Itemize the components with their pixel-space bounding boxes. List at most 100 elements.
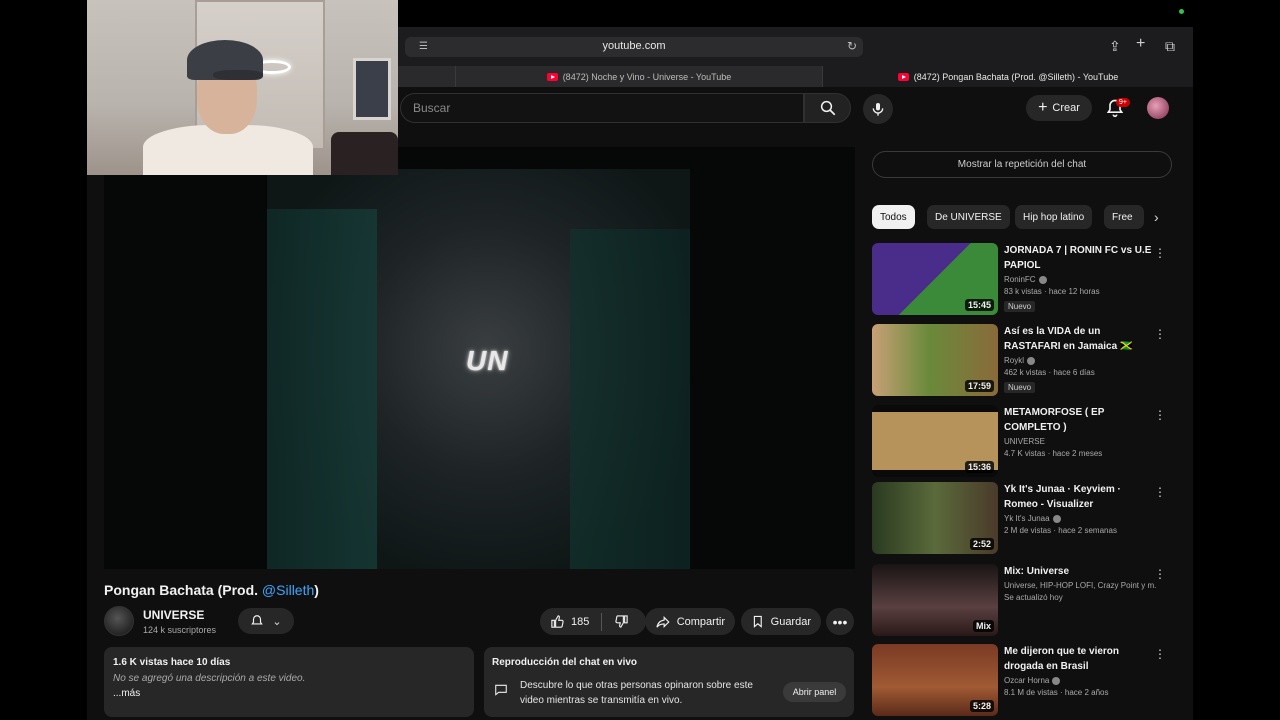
verified-icon — [1052, 676, 1061, 685]
recommendation-item[interactable]: 5:28 Me dijeron que te vieron drogada en… — [872, 644, 1172, 718]
search-input[interactable]: Buscar — [400, 93, 804, 123]
address-bar[interactable]: ☰ youtube.com ↻ — [405, 37, 863, 57]
video-thumbnail[interactable]: 5:28 — [872, 644, 998, 716]
share-arrow-icon — [656, 615, 670, 628]
voice-search-button[interactable] — [863, 94, 893, 124]
video-thumbnail[interactable]: 15:36 — [872, 405, 998, 477]
video-thumbnail[interactable]: Mix — [872, 564, 998, 636]
rec-meta: 2 M de vistas · hace 2 semanas — [1004, 526, 1117, 535]
verified-icon — [1038, 275, 1047, 284]
rec-title[interactable]: Me dijeron que te vieron drogada en Bras… — [1004, 644, 1156, 674]
tab-pongan-bachata[interactable]: (8472) Pongan Bachata (Prod. @Silleth) -… — [823, 66, 1193, 87]
video-title: Pongan Bachata (Prod. @Silleth) — [104, 582, 319, 598]
url-text: youtube.com — [602, 40, 666, 52]
rec-meta: 83 k vistas · hace 12 horas — [1004, 287, 1100, 296]
save-button[interactable]: Guardar — [741, 608, 821, 635]
thumbs-up-icon[interactable] — [550, 614, 565, 629]
create-label: Crear — [1052, 102, 1080, 114]
tab-label: (8472) Pongan Bachata (Prod. @Silleth) -… — [913, 71, 1119, 82]
youtube-favicon-icon — [897, 72, 909, 81]
verified-icon — [1027, 356, 1036, 365]
chip-hip-hop-latino[interactable]: Hip hop latino — [1015, 205, 1093, 229]
verified-icon — [1052, 514, 1061, 523]
more-vertical-icon[interactable]: ⋮ — [1154, 485, 1166, 499]
more-vertical-icon[interactable]: ⋮ — [1154, 246, 1166, 260]
rec-channel: Universe, HIP-HOP LOFI, Crazy Point y m.… — [1004, 581, 1156, 590]
video-thumbnail[interactable]: 15:45 — [872, 243, 998, 315]
description-box[interactable]: 1.6 K vistas hace 10 días No se agregó u… — [104, 647, 474, 717]
like-dislike-group: 185 — [540, 608, 646, 635]
more-vertical-icon[interactable]: ⋮ — [1154, 647, 1166, 661]
mention-link[interactable]: @Silleth — [262, 582, 314, 598]
search-placeholder: Buscar — [413, 101, 451, 115]
thumbs-down-icon[interactable] — [614, 614, 629, 629]
more-vertical-icon[interactable]: ⋮ — [1154, 567, 1166, 581]
notification-count-badge: 9+ — [1116, 98, 1130, 107]
duration-badge: 2:52 — [969, 538, 994, 550]
channel-avatar[interactable] — [104, 606, 134, 636]
share-label: Compartir — [676, 615, 725, 628]
channel-name[interactable]: UNIVERSE — [143, 608, 204, 622]
tab-label: (8472) Noche y Vino - Universe - YouTube — [562, 71, 732, 82]
webcam-overlay — [87, 0, 398, 175]
subscription-bell-button[interactable]: ⌄ — [238, 608, 294, 634]
create-button[interactable]: + Crear — [1026, 95, 1092, 121]
recommendation-item[interactable]: 15:36 METAMORFOSE ( EP COMPLETO ) UNIVER… — [872, 405, 1172, 479]
like-count[interactable]: 185 — [571, 616, 589, 628]
more-vertical-icon[interactable]: ⋮ — [1154, 408, 1166, 422]
more-horizontal-icon: ••• — [832, 613, 848, 630]
chat-bubble-icon — [495, 684, 507, 696]
recommendation-item[interactable]: 17:59 Así es la VIDA de un RASTAFARI en … — [872, 324, 1172, 398]
rec-channel: Ozcar Horna — [1004, 676, 1156, 685]
rec-meta: 4.7 K vistas · hace 2 meses — [1004, 449, 1103, 458]
subscriber-count: 124 k suscriptores — [143, 625, 217, 635]
save-label: Guardar — [770, 615, 811, 628]
show-chat-replay-button[interactable]: Mostrar la repetición del chat — [872, 151, 1172, 178]
duration-badge: 17:59 — [964, 380, 994, 392]
live-chat-text: Descubre lo que otras personas opinaron … — [520, 680, 753, 706]
video-thumbnail[interactable]: 2:52 — [872, 482, 998, 554]
rec-title[interactable]: Así es la VIDA de un RASTAFARI en Jamaic… — [1004, 324, 1156, 354]
search-button[interactable] — [804, 93, 851, 123]
show-more-link[interactable]: ...más — [113, 688, 465, 699]
rec-title[interactable]: Yk It's Junaa · Keyviem · Romeo - Visual… — [1004, 482, 1156, 512]
microphone-icon — [872, 103, 884, 116]
reload-icon[interactable]: ↻ — [847, 39, 857, 53]
recording-indicator — [1179, 9, 1184, 14]
bookmark-icon — [753, 615, 762, 628]
rec-channel: Yk It's Junaa — [1004, 514, 1156, 523]
recommendation-item[interactable]: 2:52 Yk It's Junaa · Keyviem · Romeo - V… — [872, 482, 1172, 556]
tabs-overview-icon[interactable]: ⧉ — [1165, 38, 1175, 55]
recommendation-item[interactable]: Mix Mix: Universe Universe, HIP-HOP LOFI… — [872, 564, 1172, 638]
rec-title[interactable]: Mix: Universe — [1004, 564, 1156, 579]
live-chat-heading: Reproducción del chat en vivo — [492, 657, 638, 668]
share-button[interactable]: Compartir — [645, 608, 735, 635]
rec-channel: Roykl — [1004, 356, 1156, 365]
youtube-favicon-icon — [546, 72, 558, 81]
tab-noche-y-vino[interactable]: (8472) Noche y Vino - Universe - YouTube — [455, 66, 823, 87]
search-icon — [820, 100, 836, 116]
more-vertical-icon[interactable]: ⋮ — [1154, 327, 1166, 341]
rec-channel: RoninFC — [1004, 275, 1156, 284]
video-thumbnail[interactable]: 17:59 — [872, 324, 998, 396]
video-player[interactable]: UN — [104, 147, 855, 569]
video-logo-text: UN — [466, 345, 509, 376]
recommendation-item[interactable]: 15:45 JORNADA 7 | RONIN FC vs U.E PAPIOL… — [872, 243, 1172, 317]
rec-title[interactable]: METAMORFOSE ( EP COMPLETO ) — [1004, 405, 1156, 435]
chip-de-universe[interactable]: De UNIVERSE — [927, 205, 1010, 229]
new-tab-icon[interactable]: + — [1136, 35, 1145, 53]
chip-free[interactable]: Free — [1104, 205, 1144, 229]
new-badge: Nuevo — [1004, 301, 1036, 312]
chevron-right-icon[interactable]: › — [1154, 209, 1159, 225]
more-actions-button[interactable]: ••• — [826, 608, 854, 635]
filter-chips: Todos De UNIVERSE Hip hop latino Free › — [872, 205, 1172, 229]
share-icon[interactable]: ⇪ — [1109, 38, 1121, 55]
chip-todos[interactable]: Todos — [872, 205, 915, 229]
bell-icon — [251, 615, 264, 625]
plus-icon: + — [1038, 99, 1048, 116]
duration-badge: 5:28 — [969, 700, 994, 712]
open-panel-button[interactable]: Abrir panel — [783, 682, 846, 702]
account-avatar[interactable] — [1147, 97, 1169, 119]
rec-channel: UNIVERSE — [1004, 437, 1045, 446]
rec-title[interactable]: JORNADA 7 | RONIN FC vs U.E PAPIOL — [1004, 243, 1156, 273]
